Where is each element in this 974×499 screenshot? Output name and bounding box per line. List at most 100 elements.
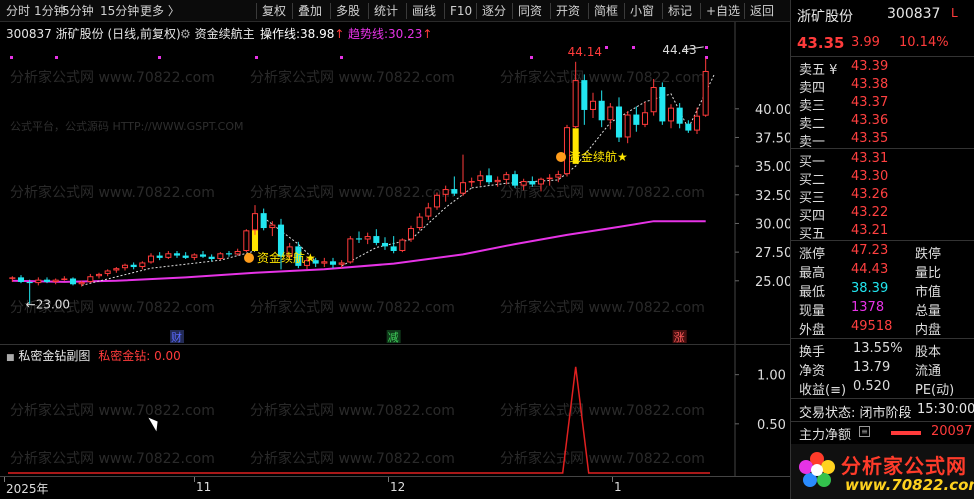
trend-line-value: 30.23	[388, 27, 423, 41]
candle-body	[338, 262, 345, 265]
candle	[321, 257, 328, 268]
stat-value: 38.39	[851, 281, 889, 296]
main-chart[interactable]: 分析家公式网 www.70822.com 分析家公式网 www.70822.com…	[0, 22, 792, 344]
operation-line-label: 操作线:	[260, 27, 301, 41]
stat-row: 涨停 47.23 跌停	[791, 242, 974, 262]
toolbar-item[interactable]: 小窗	[630, 0, 654, 22]
sub-chart-label: 私密金钻:	[98, 349, 151, 363]
toolbar-item[interactable]: 多股	[336, 0, 360, 22]
candle-body	[433, 194, 441, 208]
toolbar-separator	[744, 3, 745, 19]
divider	[791, 148, 974, 149]
candle-body	[676, 107, 683, 124]
candle	[217, 252, 224, 261]
candle	[234, 248, 241, 256]
up-arrow-icon: ↑	[422, 27, 433, 41]
toolbar-item[interactable]: 标记	[668, 0, 692, 22]
toolbar-separator	[700, 3, 701, 19]
signal-dot	[705, 46, 708, 49]
candle-body	[693, 115, 701, 131]
operation-line-value: 38.98	[300, 27, 335, 41]
toolbar-item[interactable]: 逐分	[482, 0, 506, 22]
candle-body	[347, 238, 354, 263]
ask-row: 卖四 43.38	[791, 76, 974, 96]
watermark-text: 分析家公式网 www.70822.com	[250, 402, 455, 419]
stat-value: 1378	[851, 300, 885, 315]
candle	[633, 106, 640, 132]
indicator-name[interactable]: ⚙ 资金续航主	[180, 25, 255, 42]
date-tick-label: 2025年	[6, 482, 49, 496]
candle	[260, 208, 267, 231]
signal-dot	[10, 56, 13, 59]
toolbar-item[interactable]: 更多 〉	[140, 0, 180, 22]
candle	[69, 277, 77, 286]
candle	[191, 253, 198, 261]
stat-label: 换手	[799, 345, 826, 360]
date-tick-label: 12	[390, 480, 406, 494]
bid-price: 43.30	[851, 169, 889, 184]
candle-body	[503, 174, 510, 180]
y-tick-label: 30.00	[755, 217, 790, 232]
toolbar-item[interactable]: 统计	[374, 0, 398, 22]
candle-body	[147, 255, 155, 263]
candle-body	[251, 213, 259, 231]
signal-dot	[530, 56, 533, 59]
watermark-text: 分析家公式网 www.70822.com	[10, 184, 215, 201]
toolbar-item[interactable]: 同资	[518, 0, 542, 22]
trade-status-row: 交易状态: 闭市阶段 15:30:00	[791, 401, 974, 421]
signal-dot	[605, 46, 608, 49]
candle	[624, 111, 631, 144]
stat-label-right: 量比	[915, 266, 942, 281]
candle-body	[615, 106, 623, 138]
signal-dot	[55, 56, 58, 59]
candle-body	[390, 246, 397, 251]
candle	[702, 58, 709, 117]
candle-body	[61, 278, 68, 281]
candle	[208, 254, 215, 262]
toolbar-item[interactable]: +自选	[706, 0, 740, 22]
stat-label-right: 市值	[915, 285, 942, 300]
gear-icon: ⚙	[180, 27, 191, 41]
candle-body	[399, 239, 406, 251]
toolbar-separator	[512, 3, 513, 19]
operation-line-readout: 操作线:38.98↑	[260, 25, 344, 42]
divider	[791, 421, 974, 422]
candle-body	[407, 228, 415, 240]
ask-price: 43.39	[851, 59, 889, 74]
list-icon[interactable]: ≡	[859, 426, 870, 437]
toolbar-item[interactable]: 开资	[556, 0, 580, 22]
candle-body	[650, 87, 657, 113]
panel-stock-code: 300837	[887, 6, 941, 22]
toolbar-item[interactable]: 1分钟	[34, 0, 66, 22]
candle	[589, 92, 597, 118]
ask-price: 43.37	[851, 95, 889, 110]
sub-chart[interactable]: 分析家公式网 www.70822.com 分析家公式网 www.70822.com…	[0, 344, 790, 477]
toolbar-separator	[550, 3, 551, 19]
stat-label: 现量	[799, 304, 826, 319]
toolbar-item[interactable]: 5分钟	[62, 0, 94, 22]
divider	[791, 338, 974, 339]
toolbar-item[interactable]: 15分钟	[100, 0, 139, 22]
date-tick-mark	[388, 477, 389, 482]
toolbar-item[interactable]: 画线	[412, 0, 436, 22]
signal-dot	[255, 56, 258, 59]
toolbar-item[interactable]: 返回	[750, 0, 774, 22]
candle-body	[321, 261, 328, 264]
candle-body	[17, 277, 25, 282]
candle-body	[633, 114, 640, 125]
candle-body	[139, 262, 146, 268]
divider	[791, 240, 974, 241]
watermark-text: 分析家公式网 www.70822.com	[500, 69, 705, 86]
candle-body	[581, 80, 588, 110]
toolbar-item[interactable]: F10	[450, 0, 472, 22]
bid-price: 43.26	[851, 187, 889, 202]
candle	[425, 202, 432, 221]
toolbar-item[interactable]: 复权	[262, 0, 286, 22]
toolbar-item[interactable]: 分时	[6, 0, 30, 22]
toolbar-item[interactable]: 简框	[594, 0, 618, 22]
candle-body	[381, 242, 389, 247]
toolbar-separator	[292, 3, 293, 19]
trade-time: 15:30:00	[917, 402, 974, 417]
toolbar-item[interactable]: 叠加	[298, 0, 322, 22]
stock-name: 浙矿股份	[55, 27, 104, 41]
